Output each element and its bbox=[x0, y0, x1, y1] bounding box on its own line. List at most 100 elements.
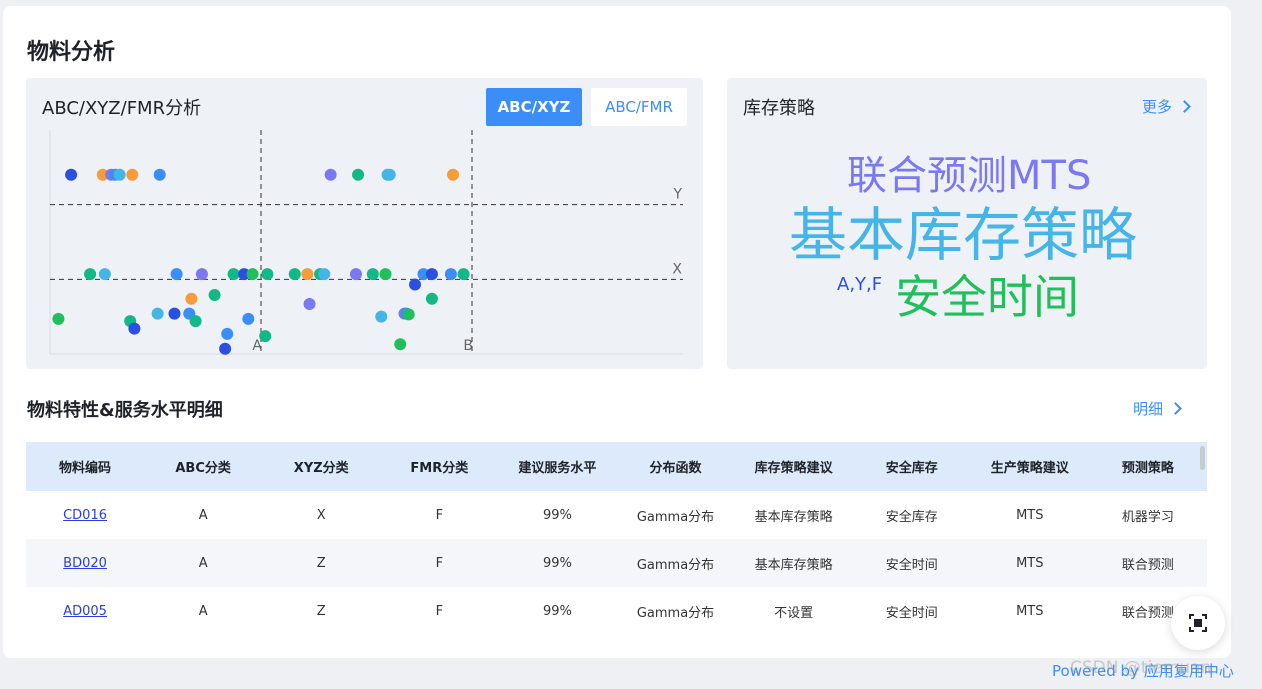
scatter-point[interactable] bbox=[261, 268, 274, 281]
scatter-point[interactable] bbox=[168, 307, 181, 320]
table-cell: F bbox=[435, 555, 444, 571]
scatter-point[interactable] bbox=[98, 268, 111, 281]
scatter-point[interactable] bbox=[366, 268, 379, 281]
scatter-point[interactable] bbox=[318, 268, 331, 281]
scatter-point[interactable] bbox=[126, 168, 139, 181]
table-cell: MTS bbox=[1016, 603, 1044, 619]
chevron-right-icon bbox=[1178, 100, 1191, 113]
scatter-point[interactable] bbox=[288, 268, 301, 281]
scatter-point[interactable] bbox=[383, 168, 396, 181]
tab-abc-xyz[interactable]: ABC/XYZ bbox=[486, 88, 582, 126]
scatter-point[interactable] bbox=[195, 268, 208, 281]
scatter-point[interactable] bbox=[402, 308, 415, 321]
col-material-code: 物料编码 bbox=[59, 461, 112, 476]
table-cell: 基本库存策略 bbox=[754, 509, 833, 525]
scatter-point[interactable] bbox=[113, 168, 126, 181]
details-table: 物料编码 ABC分类 XYZ分类 FMR分类 建议服务水平 分布函数 库存策略建… bbox=[26, 442, 1207, 622]
scatter-point[interactable] bbox=[425, 292, 438, 305]
table-row: BD020 A Z F 99% Gamma分布 基本库存策略 安全时间 MTS … bbox=[26, 539, 1207, 587]
table-cell: 机器学习 bbox=[1121, 509, 1174, 525]
table-cell: A bbox=[198, 603, 208, 619]
scatter-point[interactable] bbox=[246, 268, 259, 281]
table-cell: 不设置 bbox=[774, 605, 814, 621]
col-service-level: 建议服务水平 bbox=[518, 461, 597, 476]
table-cell: Gamma分布 bbox=[636, 509, 715, 525]
col-production-strategy: 生产策略建议 bbox=[990, 461, 1069, 476]
scatter-point[interactable] bbox=[170, 268, 183, 281]
col-abc: ABC分类 bbox=[175, 461, 231, 476]
table-cell: 安全时间 bbox=[885, 557, 938, 573]
analysis-panel: A B X Y ABC/XYZ/FMR分析 ABC/XYZ ABC/FMR bbox=[26, 78, 703, 369]
table-cell: MTS bbox=[1016, 555, 1044, 571]
strategy-panel: 库存策略 更多 联合预测MTS 基本库存策略 A,Y,F 安全时间 bbox=[727, 78, 1207, 369]
word-base-stock-strategy: 基本库存策略 bbox=[789, 201, 1138, 269]
scatter-point[interactable] bbox=[444, 268, 457, 281]
table-cell: 基本库存策略 bbox=[754, 557, 833, 573]
scatter-point[interactable] bbox=[324, 168, 337, 181]
table-cell: 安全时间 bbox=[885, 605, 938, 621]
scatter-point[interactable] bbox=[242, 312, 255, 325]
table-cell: A bbox=[198, 507, 208, 523]
page-title: 物料分析 bbox=[27, 40, 116, 65]
details-link[interactable]: 明细 bbox=[1133, 398, 1182, 419]
col-forecast-strategy: 预测策略 bbox=[1121, 461, 1174, 476]
tab-abc-fmr[interactable]: ABC/FMR bbox=[591, 88, 687, 126]
fullscreen-icon bbox=[1189, 614, 1207, 632]
scatter-point[interactable] bbox=[425, 268, 438, 281]
table-scrollbar[interactable] bbox=[1200, 446, 1205, 470]
watermark: CSDN @tiemuan bbox=[1070, 658, 1212, 678]
material-link[interactable]: CD016 bbox=[63, 508, 107, 523]
chevron-right-icon bbox=[1169, 402, 1182, 415]
scatter-point[interactable] bbox=[208, 289, 221, 302]
table-cell: A bbox=[198, 555, 208, 571]
table-cell: Gamma分布 bbox=[636, 557, 715, 573]
scatter-point[interactable] bbox=[447, 168, 460, 181]
analysis-title: ABC/XYZ/FMR分析 bbox=[42, 98, 202, 119]
scatter-point[interactable] bbox=[457, 268, 470, 281]
scatter-point[interactable] bbox=[301, 268, 314, 281]
scatter-point[interactable] bbox=[185, 292, 198, 305]
scatter-point[interactable] bbox=[151, 307, 164, 320]
details-link-label: 明细 bbox=[1133, 400, 1164, 418]
col-xyz: XYZ分类 bbox=[293, 461, 349, 476]
scatter-point[interactable] bbox=[303, 297, 316, 310]
scatter-point[interactable] bbox=[65, 168, 78, 181]
material-link[interactable]: AD005 bbox=[63, 604, 107, 619]
table-cell: Z bbox=[316, 603, 326, 619]
scatter-point[interactable] bbox=[189, 315, 202, 328]
table-cell: 99% bbox=[542, 507, 572, 523]
scatter-point[interactable] bbox=[394, 338, 407, 351]
scatter-point[interactable] bbox=[227, 268, 240, 281]
scatter-point[interactable] bbox=[84, 268, 97, 281]
table-cell: Gamma分布 bbox=[636, 605, 715, 621]
word-safety-time: 安全时间 bbox=[895, 270, 1079, 324]
material-link[interactable]: BD020 bbox=[63, 556, 107, 571]
scatter-point[interactable] bbox=[153, 168, 166, 181]
more-label: 更多 bbox=[1141, 98, 1172, 116]
scatter-point[interactable] bbox=[349, 268, 362, 281]
more-link[interactable]: 更多 bbox=[1141, 96, 1191, 117]
table-row: AD005 A Z F 99% Gamma分布 不设置 安全时间 MTS 联合预… bbox=[26, 587, 1207, 622]
table-cell: X bbox=[316, 507, 326, 523]
word-joint-forecast-mts: 联合预测MTS bbox=[847, 153, 1092, 199]
table-cell: 联合预测 bbox=[1121, 557, 1174, 573]
strategy-title: 库存策略 bbox=[743, 98, 815, 119]
table-cell: Z bbox=[316, 555, 326, 571]
fullscreen-button[interactable] bbox=[1171, 596, 1225, 650]
scatter-point[interactable] bbox=[128, 322, 141, 335]
scatter-point[interactable] bbox=[375, 310, 388, 323]
scatter-point[interactable] bbox=[52, 312, 65, 325]
scatter-point[interactable] bbox=[219, 342, 232, 355]
scatter-point[interactable] bbox=[379, 268, 392, 281]
table-cell: 99% bbox=[542, 603, 572, 619]
y-category-label: Y bbox=[672, 187, 682, 203]
x-category-label: A bbox=[252, 338, 262, 354]
scatter-point[interactable] bbox=[352, 168, 365, 181]
scatter-point[interactable] bbox=[221, 327, 234, 340]
x-category-label: B bbox=[463, 338, 473, 354]
word-ayf: A,Y,F bbox=[837, 274, 883, 295]
col-distribution: 分布函数 bbox=[649, 461, 702, 476]
scatter-point[interactable] bbox=[409, 278, 422, 291]
table-cell: 安全库存 bbox=[885, 509, 938, 525]
material-analysis-card: 物料分析 ABXY ABC/XYZ/FMR分析 ABC/XYZ ABC/FMR … bbox=[3, 6, 1231, 658]
